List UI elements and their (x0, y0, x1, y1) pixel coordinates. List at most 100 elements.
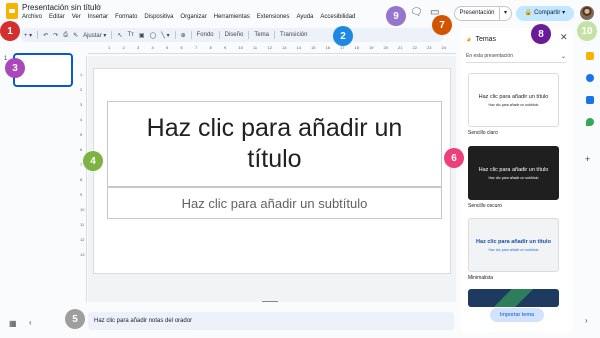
menu-dispositiva[interactable]: Dispositiva (144, 14, 173, 20)
theme-button[interactable]: Tema (254, 32, 269, 38)
theme-preview-subtitle: Haz clic para añadir un subtítulo (488, 102, 539, 107)
close-icon[interactable]: ✕ (560, 32, 568, 43)
image-icon[interactable]: ▣ (139, 32, 145, 39)
redo-icon[interactable]: ↷ (53, 32, 58, 39)
zoom-select[interactable]: Ajustar ▾ (83, 32, 106, 39)
ruler-tick: 22 (412, 45, 417, 50)
theme-name: Minimalista (468, 275, 494, 281)
ruler-tick: 9 (224, 45, 227, 50)
menu-editar[interactable]: Editar (49, 14, 65, 20)
themes-panel: ◕ Temas ✕ En esta presentación ⌄ Haz cli… (460, 28, 573, 333)
themes-header: ◕ Temas (466, 34, 496, 44)
menu-bar: Archivo Editar Ver Insertar Formato Disp… (22, 14, 355, 20)
paint-format-icon[interactable]: ✎ (73, 32, 78, 39)
collapse-filmstrip-icon[interactable]: ‹ (29, 318, 32, 327)
menu-organizar[interactable]: Organizar (180, 14, 206, 20)
themes-scope-select[interactable]: En esta presentación ⌄ (466, 53, 566, 63)
ruler-tick: 10 (80, 207, 85, 212)
comment-icon[interactable]: ⊕ (181, 32, 186, 39)
transition-button[interactable]: Transición (280, 32, 307, 38)
menu-formato[interactable]: Formato (115, 14, 137, 20)
ruler-tick: 19 (369, 45, 374, 50)
menu-extensiones[interactable]: Extensiones (257, 14, 290, 20)
shape-icon[interactable]: ◯ (150, 32, 157, 39)
subtitle-placeholder[interactable]: Haz clic para añadir un subtítulo (107, 187, 442, 219)
callout-marker-9: 9 (386, 6, 406, 26)
theme-minimalist[interactable]: Haz clic para añadir un título Haz clic … (468, 218, 559, 272)
document-title[interactable]: Presentación sin título (22, 3, 101, 12)
notes-resize-handle[interactable] (262, 301, 278, 302)
line-icon[interactable]: ╲ ▾ (161, 32, 169, 39)
print-icon[interactable]: ⎙ (63, 32, 68, 39)
import-theme-button[interactable]: Importar tema (490, 308, 544, 322)
ruler-tick: 9 (80, 192, 83, 197)
ruler-tick: 23 (427, 45, 432, 50)
tasks-icon[interactable] (586, 74, 594, 82)
ruler-tick: 21 (398, 45, 403, 50)
slide-filmstrip: 1 ▦ ‹ (0, 46, 80, 338)
ruler-tick: 3 (80, 102, 83, 107)
menu-accesibilidad[interactable]: Accesibilidad (320, 14, 355, 20)
chevron-down-icon: ▾ (562, 10, 566, 16)
add-addon-icon[interactable]: + (585, 154, 590, 164)
account-avatar[interactable] (580, 6, 594, 20)
ruler-tick: 10 (238, 45, 243, 50)
theme-next[interactable] (468, 289, 559, 307)
expand-panel-icon[interactable]: › (585, 316, 588, 325)
contacts-icon[interactable] (586, 96, 594, 104)
callout-marker-8: 8 (531, 24, 551, 44)
ruler-tick: 5 (166, 45, 169, 50)
share-label: Compartir (534, 10, 561, 16)
side-panel: + › (580, 44, 600, 338)
toolbar-divider (111, 31, 113, 39)
maps-icon[interactable] (586, 118, 594, 126)
select-icon[interactable]: ↖ (117, 32, 122, 39)
star-icon[interactable]: ☆ (95, 2, 102, 11)
present-button[interactable]: Presentación (454, 6, 500, 21)
toolbar-divider (274, 31, 275, 39)
ruler-tick: 13 (80, 252, 85, 257)
palette-icon: ◕ (466, 34, 472, 44)
menu-ayuda[interactable]: Ayuda (296, 14, 313, 20)
ruler-tick: 12 (80, 237, 85, 242)
theme-preview-subtitle: Haz clic para añadir un subtítulo (488, 247, 539, 252)
ruler-tick: 1 (108, 45, 111, 50)
ruler-tick: 15 (311, 45, 316, 50)
menu-insertar[interactable]: Insertar (88, 14, 108, 20)
slide[interactable]: Haz clic para añadir un título Haz clic … (93, 68, 451, 274)
toolbar-divider (218, 31, 220, 39)
grid-view-icon[interactable]: ▦ (9, 319, 17, 328)
layout-button[interactable]: Diseño (225, 32, 244, 38)
ruler-tick: 4 (80, 117, 83, 122)
text-box-icon[interactable]: Tт (127, 32, 133, 38)
callout-marker-3: 3 (5, 58, 25, 78)
theme-simple-light[interactable]: Haz clic para añadir un título Haz clic … (468, 73, 559, 127)
speaker-notes[interactable]: Haz clic para añadir notas del orador (88, 312, 454, 330)
theme-preview-title: Haz clic para añadir un título (478, 93, 549, 100)
theme-preview-title: Haz clic para añadir un título (478, 166, 549, 173)
toolbar: + ▾ ↶ ↷ ⎙ ✎ Ajustar ▾ ↖ Tт ▣ ◯ ╲ ▾ ⊕ Fon… (20, 28, 444, 42)
present-dropdown-button[interactable]: ▾ (500, 6, 512, 21)
slides-logo-icon[interactable] (6, 3, 18, 19)
theme-simple-dark[interactable]: Haz clic para añadir un título Haz clic … (468, 146, 559, 200)
share-button[interactable]: 🔒 Compartir ▾ (516, 6, 574, 21)
title-placeholder[interactable]: Haz clic para añadir un título (107, 101, 442, 187)
vertical-ruler: 1 2 3 4 5 6 7 8 9 10 11 12 13 (79, 56, 87, 302)
comments-icon[interactable]: 🗨 (410, 7, 423, 18)
callout-marker-7: 7 (432, 15, 452, 35)
menu-archivo[interactable]: Archivo (22, 14, 42, 20)
ruler-tick: 12 (267, 45, 272, 50)
undo-icon[interactable]: ↶ (43, 32, 48, 39)
ruler-tick: 8 (80, 177, 83, 182)
new-slide-button[interactable]: + ▾ (24, 32, 32, 39)
ruler-tick: 8 (209, 45, 212, 50)
theme-name: Sencillo claro (468, 130, 498, 136)
callout-marker-4: 4 (83, 151, 103, 171)
toolbar-divider (37, 31, 39, 39)
background-button[interactable]: Fondo (197, 32, 214, 38)
menu-ver[interactable]: Ver (72, 14, 81, 20)
menu-herramientas[interactable]: Herramientas (214, 14, 250, 20)
keep-icon[interactable] (586, 52, 594, 60)
toolbar-divider (174, 31, 176, 39)
ruler-tick: 7 (80, 162, 83, 167)
